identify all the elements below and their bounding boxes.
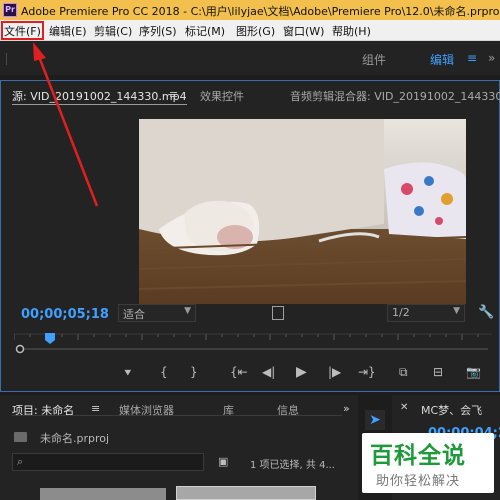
panel-divider <box>6 53 7 65</box>
menu-graphics[interactable]: 图形(G) <box>236 23 275 39</box>
menu-sequence[interactable]: 序列(S) <box>139 23 177 39</box>
search-icon: ⌕ <box>17 455 24 468</box>
wrench-icon[interactable]: 🔧 <box>478 305 494 320</box>
menu-edit[interactable]: 编辑(E) <box>49 23 87 39</box>
zoom-fit-select[interactable]: 适合 ▼ <box>118 304 196 322</box>
overwrite-icon[interactable]: ⊟ <box>433 365 443 379</box>
zoom-fit-value: 适合 <box>123 308 145 321</box>
workspace-editing[interactable]: 编辑 <box>430 51 454 68</box>
project-file-name: 未命名.prproj <box>40 432 110 445</box>
workspace-assembly[interactable]: 组件 <box>362 51 386 68</box>
tab-audio-clip-mixer[interactable]: 音频剪辑混合器: VID_20191002_144330.mp <box>290 88 500 104</box>
menu-window[interactable]: 窗口(W) <box>283 23 324 39</box>
timeline-close-icon[interactable]: ✕ <box>400 402 408 413</box>
time-ruler[interactable] <box>13 332 492 356</box>
mark-out-icon[interactable]: } <box>190 365 198 379</box>
watermark-sub-text: 助你轻松解决 <box>376 474 461 489</box>
selection-tool-icon[interactable]: ➤ <box>365 410 385 430</box>
step-back-icon[interactable]: ◀| <box>262 365 275 379</box>
window-title: Adobe Premiere Pro CC 2018 - C:\用户\lilyj… <box>21 5 500 18</box>
source-panel-menu-icon[interactable]: ≡ <box>169 88 178 101</box>
insert-icon[interactable]: ⧉ <box>399 365 408 380</box>
step-forward-icon[interactable]: |▶ <box>328 365 341 379</box>
workspace-menu-icon[interactable]: ≡ <box>467 51 477 65</box>
more-panels-icon[interactable]: » <box>343 402 350 415</box>
playhead-timecode[interactable]: 00;00;05;18 <box>21 307 109 322</box>
premiere-app-icon: Pr <box>3 3 17 17</box>
go-to-in-icon[interactable]: {⇤ <box>230 365 248 379</box>
playback-resolution-value: 1/2 <box>392 306 410 319</box>
watermark-main-text: 百科全说 <box>370 443 466 469</box>
annotation-highlight-box <box>1 21 44 40</box>
tab-effect-controls[interactable]: 效果控件 <box>200 88 244 104</box>
selection-status: 1 项已选择, 共 4... <box>250 460 335 471</box>
menu-bar: 文件(F) 编辑(E) 剪辑(C) 序列(S) 标记(M) 图形(G) 窗口(W… <box>0 20 500 41</box>
camera-icon[interactable]: 📷 <box>466 365 481 379</box>
menu-clip[interactable]: 剪辑(C) <box>94 23 132 39</box>
menu-markers[interactable]: 标记(M) <box>185 23 225 39</box>
playback-resolution-select[interactable]: 1/2 ▼ <box>387 304 465 322</box>
play-icon[interactable]: ▶ <box>296 364 307 380</box>
cat-paw-video-image <box>139 119 466 304</box>
new-bin-from-search-icon[interactable]: ▣ <box>218 455 228 468</box>
mark-in-icon[interactable]: { <box>160 365 168 379</box>
export-frame-icon[interactable] <box>272 306 284 320</box>
go-to-out-icon[interactable]: ⇥} <box>358 365 376 379</box>
workspace-bar: 组件 编辑 ≡ » <box>0 41 500 75</box>
chevron-down-icon: ▼ <box>453 306 460 316</box>
watermark-logo: 百科全说 助你轻松解决 <box>362 433 494 493</box>
tab-underline <box>12 415 342 416</box>
folder-icon <box>14 432 27 442</box>
tab-source[interactable]: 源: VID_20191002_144330.mp4 <box>12 88 187 105</box>
clip-thumbnail-selected[interactable] <box>176 486 316 500</box>
tab-timeline[interactable]: MC梦、会飞 <box>421 402 482 418</box>
clip-thumbnail[interactable] <box>40 488 166 500</box>
video-preview-frame <box>139 119 466 304</box>
workspace-more-icon[interactable]: » <box>488 51 495 65</box>
search-input[interactable]: ⌕ <box>12 453 204 471</box>
project-panel-menu-icon[interactable]: ≡ <box>91 402 100 415</box>
chevron-down-icon: ▼ <box>184 306 191 316</box>
add-marker-icon[interactable]: ⯆ <box>123 366 133 381</box>
menu-help[interactable]: 帮助(H) <box>332 23 371 39</box>
